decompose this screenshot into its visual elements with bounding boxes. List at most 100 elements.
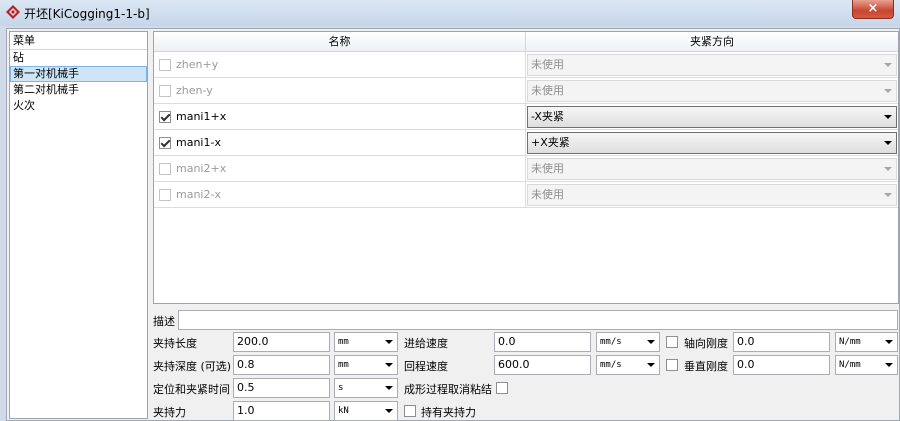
grip-force-input[interactable]: 1.0 [233,401,330,421]
clamp-cell: +X夹紧 [526,130,898,155]
row-name: zhen+y [176,58,219,71]
axial-stiffness-label: 轴向刚度 [684,337,728,350]
name-cell: mani2-x [154,182,526,207]
chevron-down-icon [884,193,892,197]
table-header: 名称 夹紧方向 [154,32,898,52]
cancel-adhesion-checkbox[interactable] [496,382,508,394]
sidebar-item-manipulator-1[interactable]: 第一对机械手 [10,66,147,82]
grip-force-label: 夹持力 [153,406,186,419]
name-cell: zhen+y [154,52,526,77]
clamp-direction-select[interactable]: 未使用 [527,184,897,206]
clamp-cell: -X夹紧 [526,104,898,129]
clamp-direction-value: -X夹紧 [531,110,564,123]
chevron-down-icon [884,141,892,145]
grip-length-unit-select[interactable]: mm [334,332,398,352]
return-speed-unit-select[interactable]: mm/s [596,355,660,375]
grip-length-input[interactable]: 200.0 [233,332,330,352]
row-name: zhen-y [176,84,213,97]
row-checkbox[interactable] [159,136,171,149]
grip-depth-label: 夹持深度 (可选) [153,360,232,373]
clamp-direction-value: 未使用 [531,188,564,201]
position-time-unit: s [338,383,344,393]
chevron-down-icon [647,363,655,367]
clamp-direction-select[interactable]: 未使用 [527,158,897,180]
sidebar-item-anvil[interactable]: 砧 [10,50,147,66]
chevron-down-icon [647,340,655,344]
return-speed-unit: mm/s [600,360,622,370]
feed-speed-unit: mm/s [600,337,622,347]
description-label: 描述 [153,315,175,328]
vertical-stiffness-unit-select[interactable]: N/mm [835,355,898,375]
clamp-direction-value: 未使用 [531,162,564,175]
vertical-stiffness-input[interactable]: 0.0 [733,355,830,375]
sidebar-item-heat[interactable]: 火次 [10,98,147,114]
chevron-down-icon [884,167,892,171]
row-checkbox[interactable] [159,110,171,123]
name-cell: mani1+x [154,104,526,129]
clamp-direction-select[interactable]: 未使用 [527,54,897,76]
grip-force-unit-select[interactable]: kN [334,401,398,421]
return-speed-label: 回程速度 [404,360,448,373]
table-row: mani1+x -X夹紧 [154,104,898,130]
clamp-cell: 未使用 [526,156,898,181]
name-cell: zhen-y [154,78,526,103]
chevron-down-icon [385,409,393,413]
tool-table: 名称 夹紧方向 zhen+y 未使用 zhen-y 未使用 mani1+x -X… [153,31,899,304]
name-cell: mani1-x [154,130,526,155]
return-speed-input[interactable]: 600.0 [494,355,591,375]
vertical-stiffness-checkbox[interactable] [666,359,678,371]
position-time-input[interactable]: 0.5 [233,378,330,398]
sidebar-menu: 菜单 砧 第一对机械手 第二对机械手 火次 [9,31,148,419]
clamp-direction-value: 未使用 [531,84,564,97]
feed-speed-unit-select[interactable]: mm/s [596,332,660,352]
position-time-label: 定位和夹紧时间 [153,383,230,396]
axial-stiffness-checkbox[interactable] [666,336,678,348]
dialog-body: 菜单 砧 第一对机械手 第二对机械手 火次 名称 夹紧方向 zhen+y 未使用 [6,28,900,421]
description-input[interactable] [178,310,898,330]
grip-depth-unit: mm [338,360,349,370]
feed-speed-input[interactable]: 0.0 [494,332,591,352]
chevron-down-icon [385,386,393,390]
column-header-clamp-direction[interactable]: 夹紧方向 [526,32,898,51]
grip-depth-unit-select[interactable]: mm [334,355,398,375]
axial-stiffness-unit-select[interactable]: N/mm [835,332,898,352]
clamp-cell: 未使用 [526,78,898,103]
clamp-direction-select[interactable]: -X夹紧 [527,106,897,128]
column-header-name[interactable]: 名称 [154,32,526,51]
axial-stiffness-input[interactable]: 0.0 [733,332,830,352]
table-row: mani2+x 未使用 [154,156,898,182]
row-name: mani1-x [176,136,221,149]
table-row: zhen-y 未使用 [154,78,898,104]
position-time-unit-select[interactable]: s [334,378,398,398]
title-bar[interactable]: 开坯[KiCogging1-1-b] × [0,0,900,26]
chevron-down-icon [385,340,393,344]
row-checkbox[interactable] [159,84,171,97]
clamp-direction-select[interactable]: 未使用 [527,80,897,102]
chevron-down-icon [884,115,892,119]
grip-force-unit: kN [338,406,349,416]
hold-force-checkbox[interactable] [404,405,416,417]
grip-depth-input[interactable]: 0.8 [233,355,330,375]
clamp-direction-value: +X夹紧 [531,136,570,149]
clamp-direction-select[interactable]: +X夹紧 [527,132,897,154]
chevron-down-icon [884,89,892,93]
clamp-cell: 未使用 [526,182,898,207]
row-checkbox[interactable] [159,162,171,175]
row-name: mani2-x [176,188,221,201]
table-row: mani1-x +X夹紧 [154,130,898,156]
row-checkbox[interactable] [159,188,171,201]
row-checkbox[interactable] [159,58,171,71]
sidebar-header: 菜单 [10,32,147,50]
cancel-adhesion-label: 成形过程取消粘结 [404,383,492,396]
window-title: 开坯[KiCogging1-1-b] [24,7,150,21]
table-row: mani2-x 未使用 [154,182,898,208]
clamp-cell: 未使用 [526,52,898,77]
sidebar-item-manipulator-2[interactable]: 第二对机械手 [10,82,147,98]
chevron-down-icon [885,340,893,344]
chevron-down-icon [385,363,393,367]
row-name: mani2+x [176,162,227,175]
name-cell: mani2+x [154,156,526,181]
close-button[interactable]: × [852,0,894,19]
app-logo-icon [6,5,20,19]
axial-stiffness-unit: N/mm [839,337,861,347]
